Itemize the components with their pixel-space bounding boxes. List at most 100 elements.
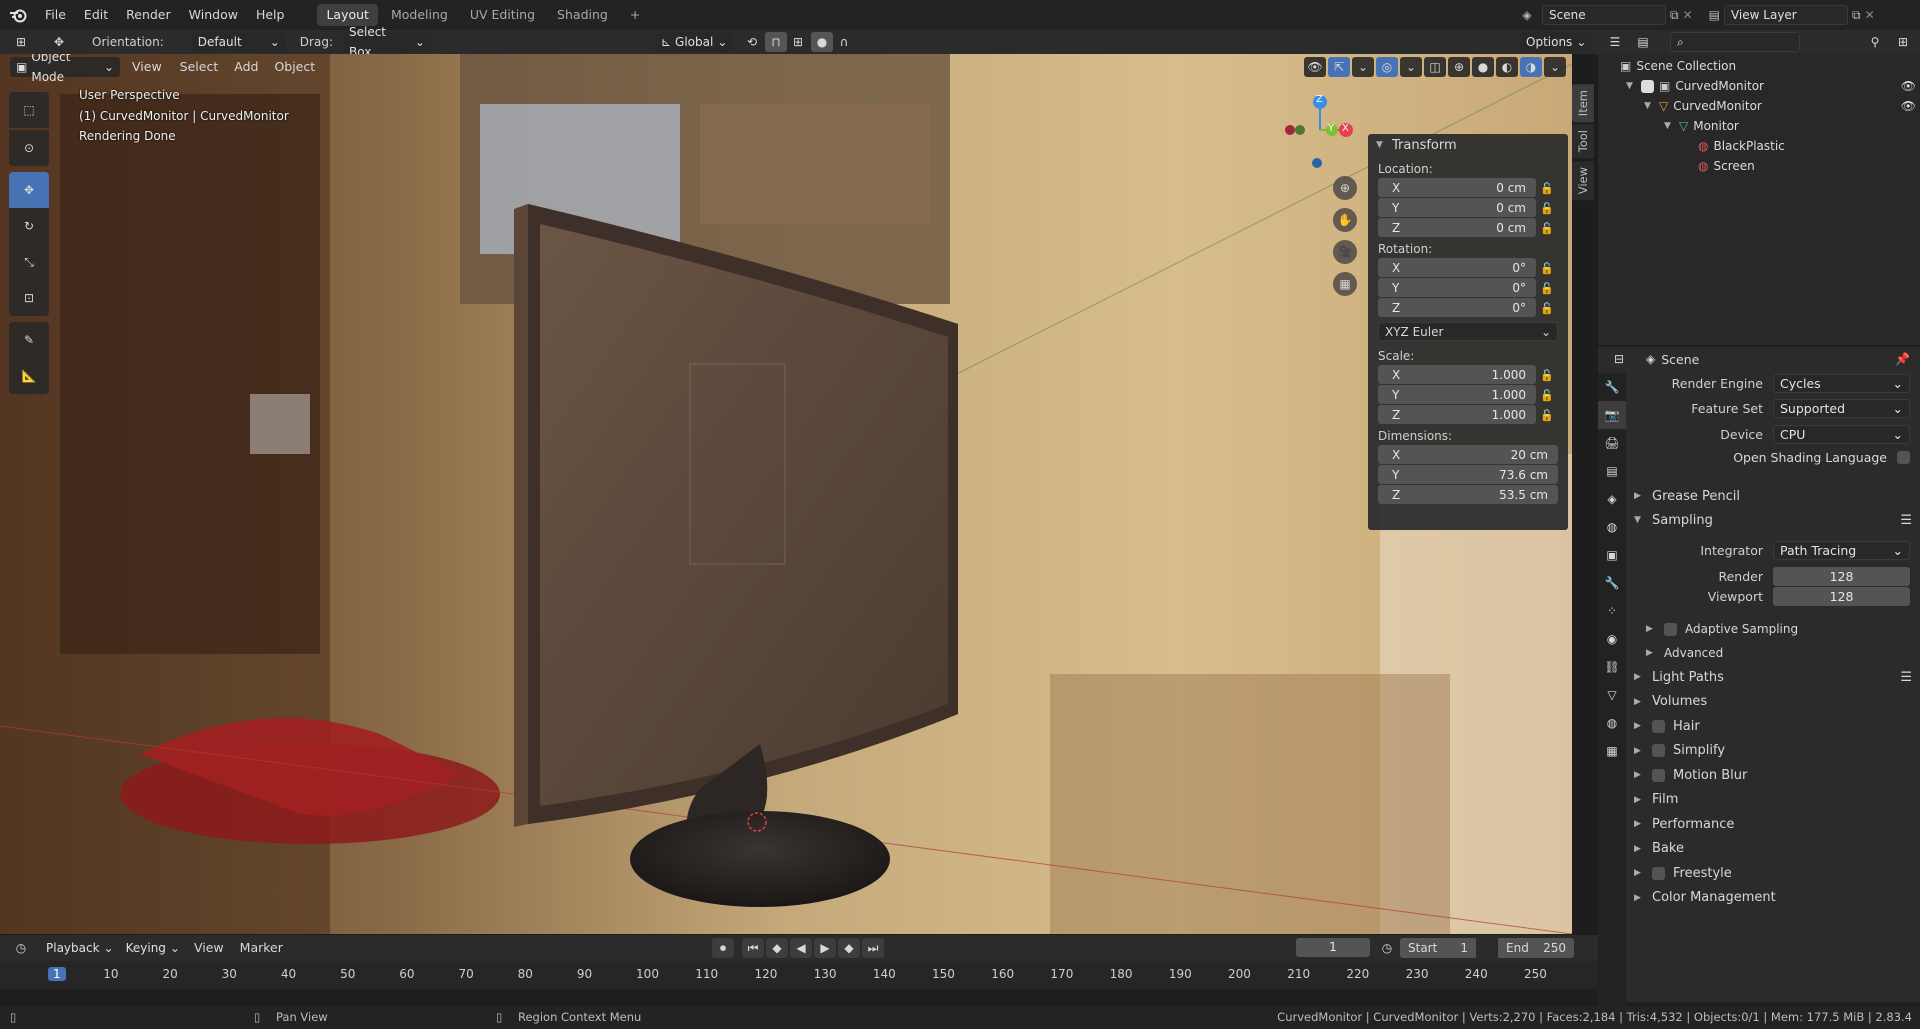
playback-menu[interactable]: Playback ⌄ <box>40 938 120 958</box>
osl-checkbox[interactable] <box>1897 450 1910 464</box>
wireframe-shading-icon[interactable]: ⊕ <box>1448 57 1470 77</box>
viewport-samples-field[interactable]: 128 <box>1773 586 1910 606</box>
section-checkbox[interactable] <box>1652 744 1665 757</box>
section-sampling[interactable]: ▼ Sampling ☰ <box>1634 508 1912 532</box>
move-tool-icon[interactable]: ✥ <box>9 172 49 208</box>
select-box-tool-icon[interactable]: ⬚ <box>9 92 49 128</box>
scale-field[interactable]: X 1.000 <box>1378 365 1536 384</box>
section-checkbox[interactable] <box>1652 866 1665 880</box>
location-field[interactable]: X 0 cm <box>1378 178 1536 197</box>
world-tab-icon[interactable]: ◍ <box>1598 513 1626 541</box>
timeline-scrollbar[interactable] <box>0 989 1598 1002</box>
render-samples-field[interactable]: 128 <box>1773 566 1910 586</box>
scale-field[interactable]: Z 1.000 <box>1378 405 1536 424</box>
section-checkbox[interactable] <box>1652 719 1665 733</box>
menu-edit[interactable]: Edit <box>75 0 117 30</box>
end-frame-field[interactable]: End 250 <box>1498 938 1574 958</box>
ortho-grid-icon[interactable]: ▦ <box>1333 272 1357 296</box>
timeline-menu-view[interactable]: View <box>186 938 232 958</box>
start-frame-field[interactable]: Start 1 <box>1400 938 1476 958</box>
scene-icon[interactable]: ◈ <box>1516 8 1538 22</box>
dimensions-field[interactable]: Y 73.6 cm <box>1378 465 1558 484</box>
proportional-falloff-icon[interactable]: ∩ <box>833 32 855 52</box>
3d-viewport[interactable]: ▣ Object Mode ⌄ View Select Add Object 👁 ⇱… <box>0 54 1572 934</box>
menu-window[interactable]: Window <box>180 0 247 30</box>
viewport-menu-add[interactable]: Add <box>224 57 268 77</box>
snap-target-icon[interactable]: ⊞ <box>787 32 809 52</box>
viewport-menu-object[interactable]: Object <box>268 57 321 77</box>
section-film[interactable]: ▶ Film <box>1634 788 1912 812</box>
feature-set-dropdown[interactable]: Supported ⌄ <box>1773 398 1910 418</box>
visibility-icon[interactable]: 👁 <box>1304 57 1326 77</box>
outliner-row-scene-collection[interactable]: ▣ Scene Collection <box>1620 56 1736 76</box>
menu-help[interactable]: Help <box>247 0 294 30</box>
camera-view-icon[interactable]: 🎥 <box>1333 240 1357 264</box>
outliner-row-material[interactable]: ◍ BlackPlastic <box>1698 136 1785 156</box>
pan-hand-icon[interactable]: ✋ <box>1333 208 1357 232</box>
add-workspace-icon[interactable]: + <box>621 4 649 26</box>
rotation-mode-dropdown[interactable]: XYZ Euler ⌄ <box>1378 322 1558 341</box>
adaptive-sampling-checkbox[interactable] <box>1664 622 1677 636</box>
constraints-tab-icon[interactable]: ⛓ <box>1598 653 1626 681</box>
outliner-row-collection[interactable]: ▼ ▣ CurvedMonitor 👁 <box>1626 76 1916 96</box>
timeline-menu-marker[interactable]: Marker <box>232 938 291 958</box>
expand-triangle-icon[interactable]: ▼ <box>1664 116 1674 136</box>
clock-icon[interactable]: ◷ <box>1376 938 1398 958</box>
particles-tab-icon[interactable]: ⁘ <box>1598 597 1626 625</box>
tab-tool[interactable]: Tool <box>1572 124 1594 159</box>
eye-icon[interactable]: 👁 <box>1901 96 1916 116</box>
solid-shading-icon[interactable]: ● <box>1472 57 1494 77</box>
prev-keyframe-icon[interactable]: ◆ <box>766 938 788 958</box>
workspace-tab-shading[interactable]: Shading <box>548 4 617 26</box>
mesh-data-tab-icon[interactable]: ▽ <box>1598 681 1626 709</box>
tab-item[interactable]: Item <box>1572 84 1594 123</box>
orientation-dropdown[interactable]: Default ⌄ <box>191 32 286 52</box>
lock-icon[interactable]: 🔓 <box>1536 282 1558 295</box>
expand-triangle-icon[interactable]: ▼ <box>1626 76 1636 96</box>
chevron-down-icon[interactable]: ⌄ <box>1400 57 1422 77</box>
lock-icon[interactable]: 🔓 <box>1536 202 1558 215</box>
transform-tool-icon[interactable]: ⊡ <box>9 280 49 316</box>
chevron-down-icon[interactable]: ⌄ <box>1352 57 1374 77</box>
outliner-row-mesh[interactable]: ▼ ▽ Monitor <box>1664 116 1739 136</box>
section-volumes[interactable]: ▶ Volumes <box>1634 690 1912 714</box>
menu-file[interactable]: File <box>36 0 75 30</box>
new-scene-icon[interactable]: ⧉ <box>1670 8 1679 23</box>
zoom-icon[interactable]: ⊕ <box>1333 176 1357 200</box>
view-layer-field[interactable]: View Layer <box>1723 5 1848 25</box>
exclude-checkbox[interactable] <box>1641 79 1654 93</box>
section-checkbox[interactable] <box>1652 768 1665 782</box>
snap-icon[interactable]: ⊓ <box>764 32 787 52</box>
lock-icon[interactable]: 🔓 <box>1536 302 1558 315</box>
next-keyframe-icon[interactable]: ◆ <box>838 938 860 958</box>
location-field[interactable]: Z 0 cm <box>1378 218 1536 237</box>
rotation-field[interactable]: Z 0° <box>1378 298 1536 317</box>
modifier-tab-icon[interactable]: 🔧 <box>1598 569 1626 597</box>
new-collection-icon[interactable]: ⊞ <box>1892 32 1914 52</box>
material-tab-icon[interactable]: ◍ <box>1598 709 1626 737</box>
rotate-tool-icon[interactable]: ↻ <box>9 208 49 244</box>
keying-menu[interactable]: Keying ⌄ <box>119 938 186 958</box>
texture-tab-icon[interactable]: ▦ <box>1598 737 1626 765</box>
eye-icon[interactable]: 👁 <box>1901 76 1916 96</box>
filter-icon[interactable]: ⚲ <box>1864 32 1886 52</box>
render-tab-icon[interactable]: 📷 <box>1598 401 1626 429</box>
integrator-dropdown[interactable]: Path Tracing ⌄ <box>1773 540 1910 560</box>
section-bake[interactable]: ▶ Bake <box>1634 837 1912 861</box>
options-dropdown[interactable]: Options ⌄ <box>1520 32 1593 52</box>
section-grease-pencil[interactable]: ▶ Grease Pencil <box>1634 484 1740 508</box>
section-performance[interactable]: ▶ Performance <box>1634 812 1912 836</box>
section-light-paths[interactable]: ▶ Light Paths ☰ <box>1634 665 1912 689</box>
scene-tab-icon[interactable]: ◈ <box>1598 485 1626 513</box>
play-icon[interactable]: ▶ <box>814 938 836 958</box>
navigation-gizmo[interactable]: Z Y X <box>1280 90 1360 170</box>
dimensions-field[interactable]: X 20 cm <box>1378 445 1558 464</box>
record-icon[interactable]: ⏺ <box>712 938 734 958</box>
blender-logo-icon[interactable] <box>0 0 36 30</box>
lock-icon[interactable]: 🔓 <box>1536 222 1558 235</box>
proportional-editing-icon[interactable]: ● <box>810 32 833 52</box>
viewport-menu-view[interactable]: View <box>120 57 174 77</box>
measure-tool-icon[interactable]: 📐 <box>9 358 49 394</box>
workspace-tab-uv-editing[interactable]: UV Editing <box>461 4 544 26</box>
physics-tab-icon[interactable]: ◉ <box>1598 625 1626 653</box>
